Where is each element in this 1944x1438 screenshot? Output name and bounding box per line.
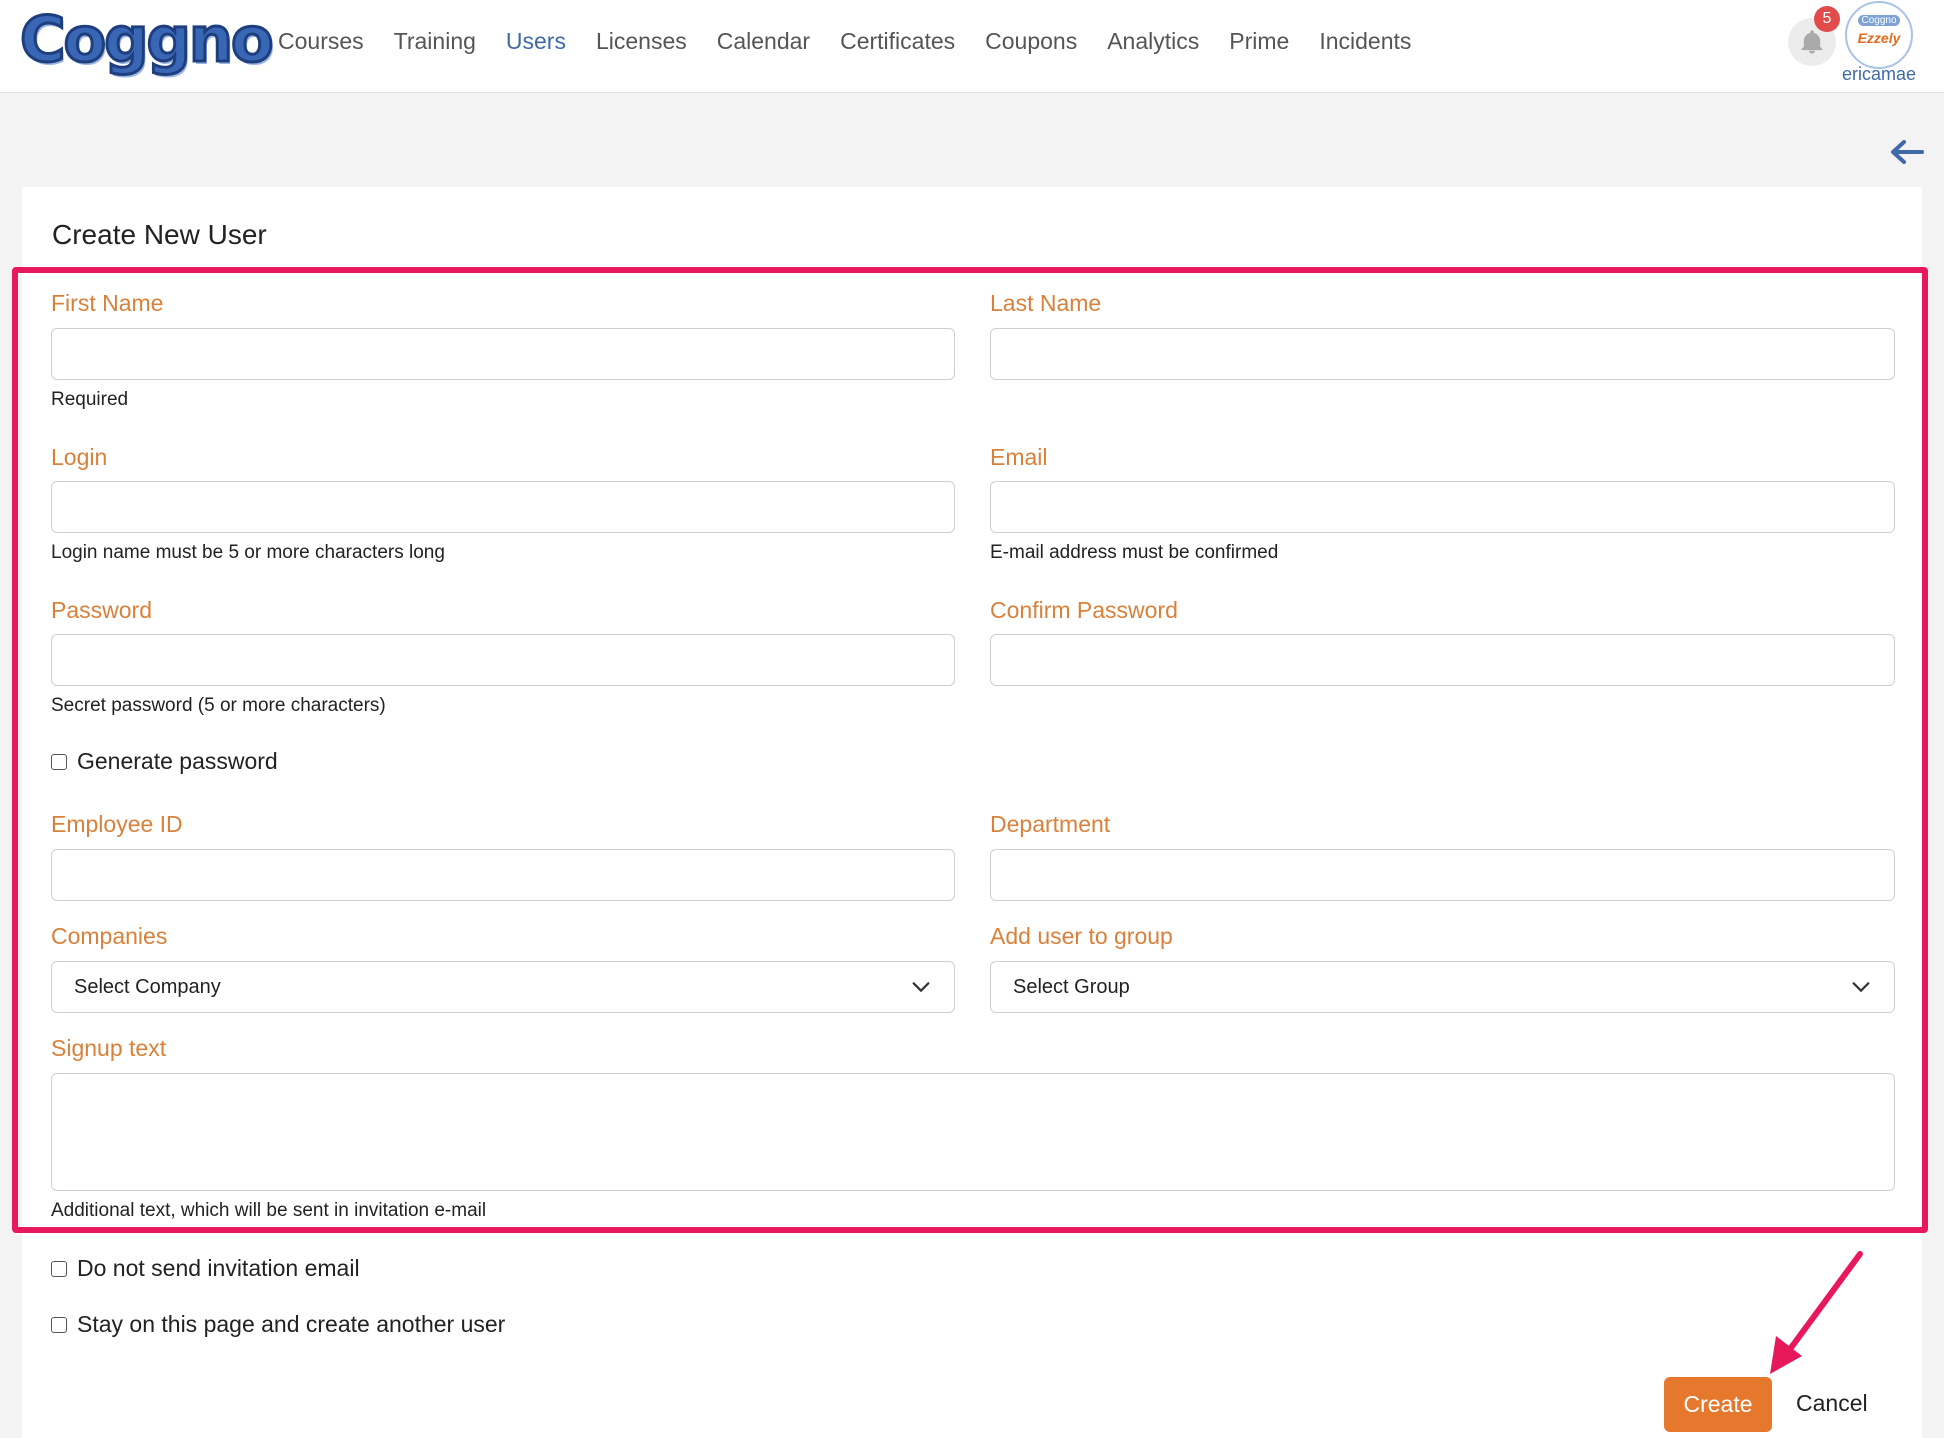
checkbox-box[interactable] bbox=[51, 753, 67, 770]
login-label: Login bbox=[51, 444, 108, 470]
email-help: E-mail address must be confirmed bbox=[990, 542, 1279, 563]
confirm-password-label: Confirm Password bbox=[990, 597, 1178, 623]
password-help: Secret password (5 or more characters) bbox=[51, 695, 386, 716]
email-label: Email bbox=[990, 444, 1048, 470]
signup-text-help: Additional text, which will be sent in i… bbox=[51, 1200, 487, 1221]
cancel-button[interactable]: Cancel bbox=[1796, 1390, 1868, 1417]
page-title: Create New User bbox=[52, 219, 267, 250]
checkbox-box[interactable] bbox=[51, 1316, 67, 1333]
first-name-label: First Name bbox=[51, 290, 164, 316]
employee-id-input[interactable] bbox=[51, 849, 955, 901]
nav-incidents[interactable]: Incidents bbox=[1319, 26, 1411, 56]
email-input[interactable] bbox=[990, 481, 1895, 533]
employee-id-label: Employee ID bbox=[51, 811, 183, 837]
chevron-down-icon bbox=[1852, 982, 1870, 993]
no-invite-label: Do not send invitation email bbox=[77, 1255, 360, 1281]
nav-licenses[interactable]: Licenses bbox=[596, 26, 687, 56]
password-input[interactable] bbox=[51, 634, 955, 686]
stay-on-page-label: Stay on this page and create another use… bbox=[77, 1311, 506, 1337]
nav-calendar[interactable]: Calendar bbox=[717, 26, 810, 56]
username-link[interactable]: ericamae bbox=[1820, 64, 1938, 85]
confirm-password-input[interactable] bbox=[990, 634, 1895, 686]
main-nav: Courses Training Users Licenses Calendar… bbox=[278, 26, 1441, 56]
nav-users[interactable]: Users bbox=[506, 26, 566, 56]
department-label: Department bbox=[990, 811, 1111, 837]
notification-count-badge: 5 bbox=[1814, 6, 1840, 32]
avatar-brand-top: Coggno bbox=[1858, 15, 1900, 26]
login-help: Login name must be 5 or more characters … bbox=[51, 542, 445, 563]
last-name-input[interactable] bbox=[990, 328, 1895, 380]
coggno-logo[interactable]: Coggno bbox=[19, 2, 276, 77]
nav-analytics[interactable]: Analytics bbox=[1107, 26, 1199, 56]
first-name-input[interactable] bbox=[51, 328, 955, 380]
checkbox-box[interactable] bbox=[51, 1260, 67, 1277]
group-selected-value: Select Group bbox=[1013, 975, 1130, 998]
nav-prime[interactable]: Prime bbox=[1229, 26, 1289, 56]
avatar-brand-bottom: Ezzely bbox=[1857, 30, 1901, 46]
group-label: Add user to group bbox=[990, 923, 1173, 949]
nav-certificates[interactable]: Certificates bbox=[840, 26, 955, 56]
generate-password-label: Generate password bbox=[77, 748, 278, 774]
stay-on-page-checkbox[interactable]: Stay on this page and create another use… bbox=[51, 1311, 505, 1338]
password-label: Password bbox=[51, 597, 152, 623]
signup-text-textarea[interactable] bbox=[51, 1073, 1895, 1191]
companies-selected-value: Select Company bbox=[74, 975, 221, 998]
nav-courses[interactable]: Courses bbox=[278, 26, 364, 56]
avatar[interactable]: Coggno Ezzely bbox=[1845, 1, 1913, 69]
companies-select[interactable]: Select Company bbox=[51, 961, 955, 1013]
no-invite-checkbox[interactable]: Do not send invitation email bbox=[51, 1255, 360, 1282]
bell-icon bbox=[1801, 30, 1823, 54]
nav-coupons[interactable]: Coupons bbox=[985, 26, 1077, 56]
top-navbar: Coggno Courses Training Users Licenses C… bbox=[0, 0, 1944, 93]
last-name-label: Last Name bbox=[990, 290, 1102, 316]
group-select[interactable]: Select Group bbox=[990, 961, 1895, 1013]
generate-password-checkbox[interactable]: Generate password bbox=[51, 748, 278, 775]
first-name-help: Required bbox=[51, 389, 129, 410]
department-input[interactable] bbox=[990, 849, 1895, 901]
nav-training[interactable]: Training bbox=[394, 26, 476, 56]
chevron-down-icon bbox=[912, 982, 930, 993]
login-input[interactable] bbox=[51, 481, 955, 533]
create-button[interactable]: Create bbox=[1664, 1377, 1772, 1432]
arrow-left-icon[interactable] bbox=[1886, 132, 1926, 172]
signup-text-label: Signup text bbox=[51, 1035, 167, 1061]
companies-label: Companies bbox=[51, 923, 168, 949]
